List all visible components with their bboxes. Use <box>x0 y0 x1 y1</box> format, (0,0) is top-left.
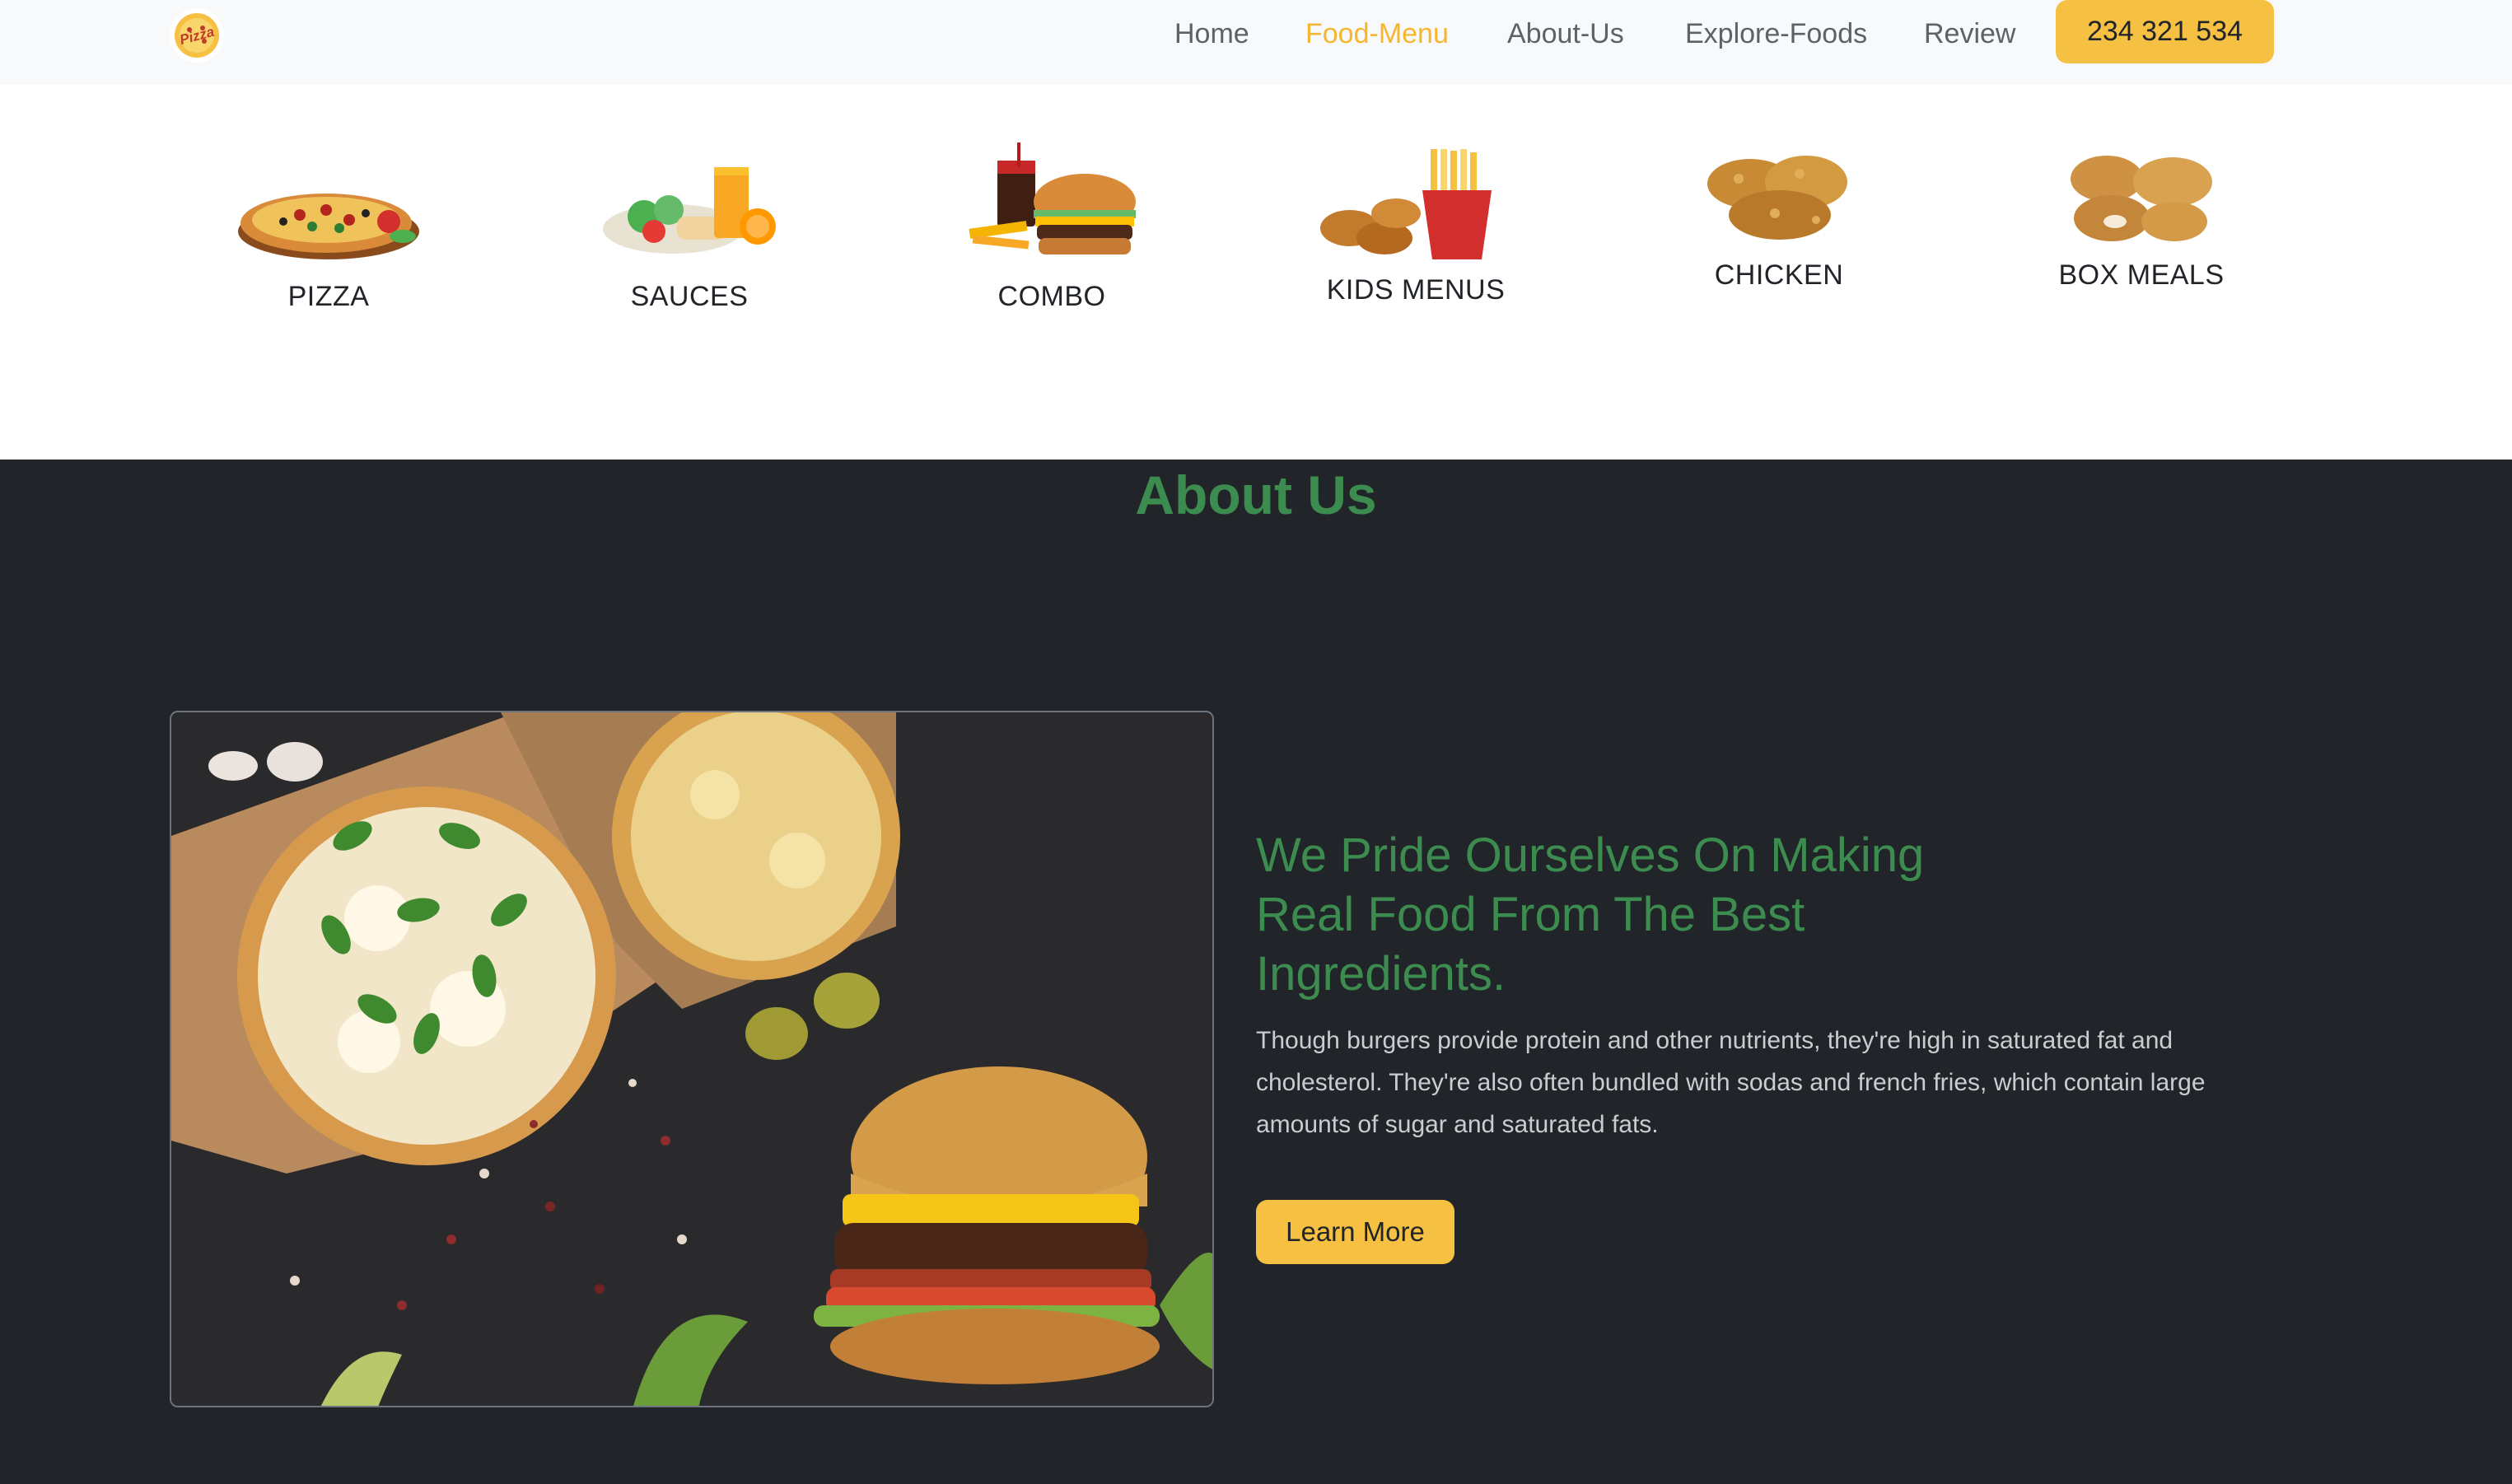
fried-chicken-image <box>1707 156 1847 240</box>
salad-juice-image <box>603 167 776 254</box>
food-photo-illustration <box>171 712 1212 1406</box>
about-heading: We Pride Ourselves On Making Real Food F… <box>1256 828 1925 1001</box>
category-label: COMBO <box>997 281 1106 312</box>
category-label: PIZZA <box>287 281 370 312</box>
category-combo[interactable]: COMBO <box>961 142 1142 313</box>
learn-more-button[interactable]: Learn More <box>1256 1200 1454 1264</box>
nav-link-home[interactable]: Home <box>1174 18 1249 50</box>
navbar: Pizza Home Food-Menu About-Us Explore-Fo… <box>0 0 2512 85</box>
category-chicken[interactable]: CHICKEN <box>1701 149 1857 292</box>
nuggets-fries-image <box>1320 149 1492 259</box>
nav-link-explore-foods[interactable]: Explore-Foods <box>1685 18 1867 50</box>
category-label: CHICKEN <box>1714 259 1844 291</box>
category-label: KIDS MENUS <box>1326 274 1506 306</box>
nav-link-about-us[interactable]: About-Us <box>1507 18 1624 50</box>
pizza-image <box>238 194 419 259</box>
food-categories: PIZZA SAUCES COMBO KIDS MENUS CHICKEN BO… <box>0 85 2512 460</box>
nav-link-food-menu[interactable]: Food-Menu <box>1305 18 1449 50</box>
nav-link-review[interactable]: Review <box>1924 18 2015 50</box>
category-box-meals[interactable]: BOX MEALS <box>2059 149 2224 292</box>
category-kids-menus[interactable]: KIDS MENUS <box>1317 149 1515 306</box>
category-label: BOX MEALS <box>2058 259 2225 291</box>
about-section: About Us We Pride Ourselves On Making Re… <box>0 460 2512 1484</box>
pizza-and-burger-photo <box>170 711 1214 1407</box>
chicken-nuggets-image <box>2071 156 2212 241</box>
phone-button[interactable]: 234 321 534 <box>2056 0 2274 63</box>
burger-combo-image <box>969 142 1136 254</box>
about-description: Though burgers provide protein and other… <box>1256 1027 2206 1138</box>
category-sauces[interactable]: SAUCES <box>595 134 784 313</box>
category-pizza[interactable]: PIZZA <box>234 134 423 313</box>
about-title: About Us <box>1135 464 1377 525</box>
category-label: SAUCES <box>630 281 749 312</box>
